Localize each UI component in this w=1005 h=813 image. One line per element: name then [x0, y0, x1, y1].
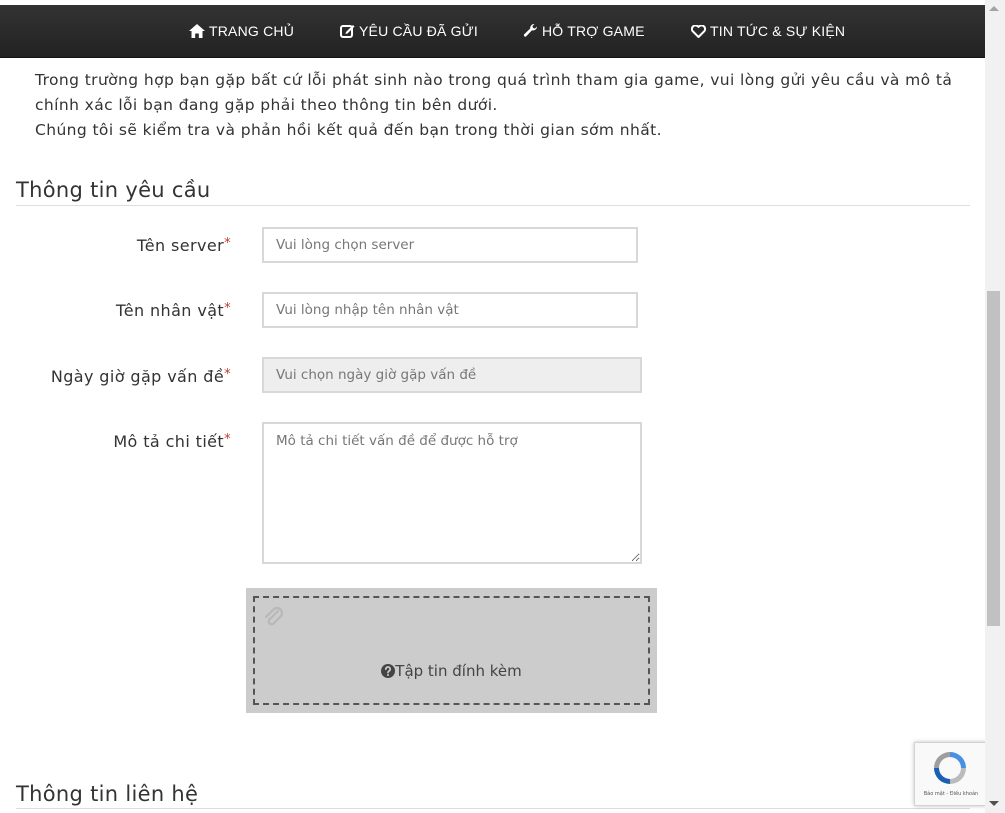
dropzone-border: Tập tin đính kèm: [253, 596, 650, 705]
nav-home-label: TRANG CHỦ: [209, 23, 295, 39]
datetime-label: Ngày giờ gặp vấn đề*: [16, 367, 231, 386]
scroll-down-arrow[interactable]: [989, 801, 999, 806]
home-icon: [189, 24, 205, 38]
request-section-title-text: Thông tin yêu cầu: [16, 178, 211, 202]
nav-news-events[interactable]: TIN TỨC & SỰ KIỆN: [690, 5, 846, 57]
required-mark: *: [224, 301, 231, 316]
required-mark: *: [224, 236, 231, 251]
nav-game-support-label: HỖ TRỢ GAME: [542, 23, 645, 39]
server-label: Tên server*: [16, 236, 231, 255]
recaptcha-badge[interactable]: Bảo mật - Điều khoản: [914, 742, 987, 806]
nav-sent-requests-label: YÊU CẦU ĐÃ GỬI: [359, 23, 478, 39]
server-label-text: Tên server: [136, 236, 225, 255]
nav-game-support[interactable]: HỖ TRỢ GAME: [523, 5, 645, 57]
top-navbar: TRANG CHỦ YÊU CẦU ĐÃ GỬI HỖ TRỢ GAME TIN…: [0, 5, 985, 58]
intro-line-2: Chúng tôi sẽ kiểm tra và phản hồi kết qu…: [35, 121, 662, 139]
heart-icon: [690, 24, 707, 38]
nav-news-events-label: TIN TỨC & SỰ KIỆN: [710, 23, 846, 39]
required-mark: *: [224, 432, 231, 447]
edit-icon: [340, 25, 355, 38]
server-select[interactable]: [262, 227, 638, 263]
nav-home[interactable]: TRANG CHỦ: [189, 5, 294, 57]
description-label-text: Mô tả chi tiết: [113, 432, 225, 451]
question-circle-icon: [381, 664, 396, 678]
intro-text: Trong trường hợp bạn gặp bất cứ lỗi phát…: [35, 68, 965, 143]
scroll-up-arrow[interactable]: [989, 6, 999, 11]
wrench-icon: [523, 23, 537, 37]
paperclip-icon: [263, 606, 285, 634]
intro-line-1: Trong trường hợp bạn gặp bất cứ lỗi phát…: [35, 71, 953, 114]
recaptcha-terms[interactable]: Bảo mật - Điều khoản: [915, 791, 987, 797]
nav-sent-requests[interactable]: YÊU CẦU ĐÃ GỬI: [340, 5, 478, 57]
attachment-label: Tập tin đính kèm: [255, 662, 648, 680]
contact-section-title: Thông tin liên hệ: [16, 782, 970, 809]
description-label: Mô tả chi tiết*: [16, 432, 231, 451]
character-name-input[interactable]: [262, 292, 638, 328]
attachment-dropzone[interactable]: Tập tin đính kèm: [246, 588, 657, 713]
scroll-thumb[interactable]: [987, 291, 1000, 626]
recaptcha-icon: [934, 752, 966, 784]
request-section-title: Thông tin yêu cầu: [16, 178, 970, 206]
required-mark: *: [224, 367, 231, 382]
character-label: Tên nhân vật*: [16, 301, 231, 320]
description-textarea[interactable]: [262, 422, 642, 564]
character-label-text: Tên nhân vật: [115, 301, 225, 320]
attachment-label-text: Tập tin đính kèm: [395, 662, 522, 680]
page-scrollbar[interactable]: [985, 0, 1005, 813]
datetime-input[interactable]: [262, 357, 642, 393]
datetime-label-text: Ngày giờ gặp vấn đề: [50, 367, 225, 386]
contact-section-title-text: Thông tin liên hệ: [16, 782, 199, 806]
